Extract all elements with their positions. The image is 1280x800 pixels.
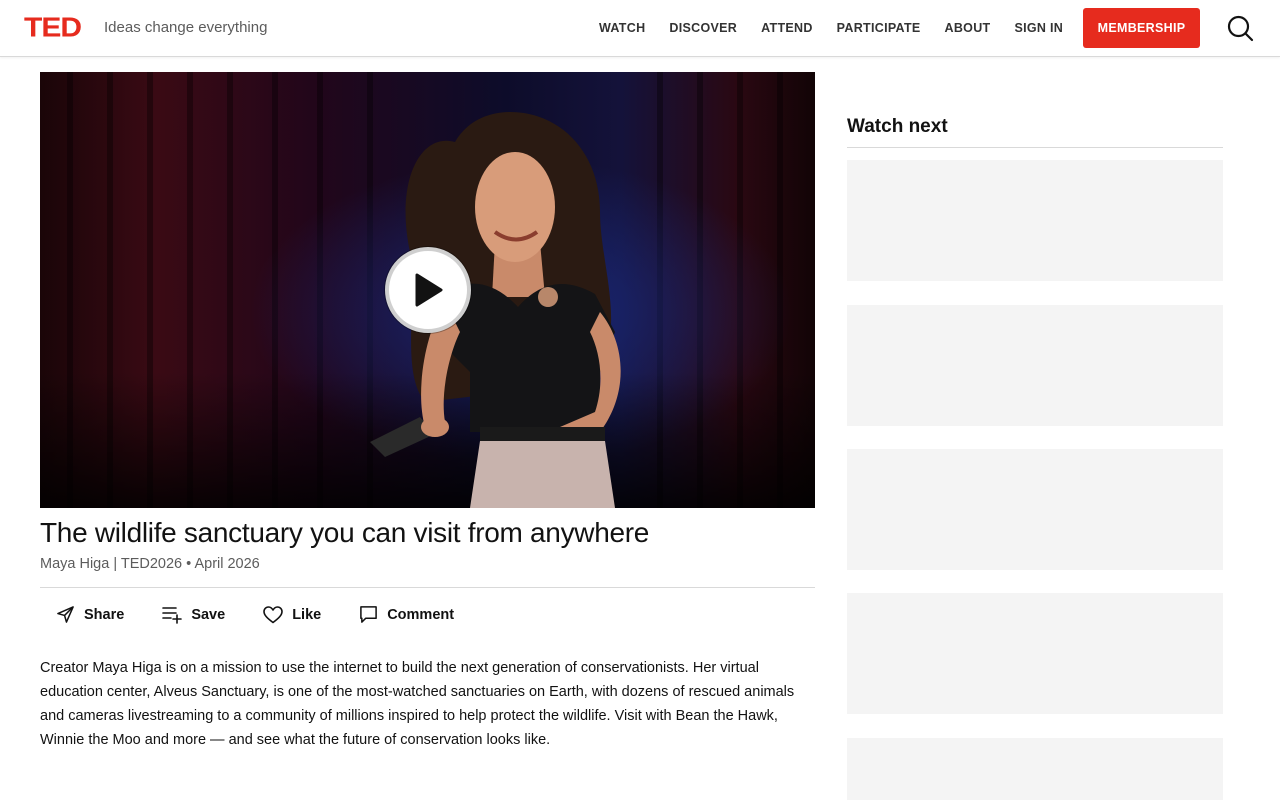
play-button[interactable] [385, 247, 471, 333]
watch-next-card-placeholder[interactable] [847, 449, 1223, 570]
save-label: Save [191, 606, 226, 623]
nav-participate[interactable]: PARTICIPATE [837, 21, 921, 35]
save-button[interactable]: Save [162, 605, 225, 624]
comment-button[interactable]: Comment [359, 605, 454, 624]
play-icon [415, 273, 443, 307]
comment-icon [360, 606, 378, 623]
membership-button[interactable]: MEMBERSHIP [1083, 8, 1200, 48]
talk-description: Creator Maya Higa is on a mission to use… [40, 660, 795, 748]
share-button[interactable]: Share [56, 605, 124, 624]
like-button[interactable]: Like [263, 605, 322, 624]
playlist-add-icon [162, 607, 183, 624]
comment-label: Comment [387, 606, 455, 623]
ted-logo[interactable]: TED [24, 12, 82, 43]
site-header: TED Ideas change everything WATCH DISCOV… [0, 0, 1280, 57]
share-label: Share [84, 606, 125, 623]
like-label: Like [292, 606, 322, 623]
heart-icon [263, 605, 283, 623]
watch-next-card-placeholder[interactable] [847, 160, 1223, 281]
video-player[interactable] [40, 72, 815, 508]
tagline: Ideas change everything [104, 19, 268, 36]
watch-next-heading: Watch next [847, 116, 948, 137]
nav-discover[interactable]: DISCOVER [669, 21, 737, 35]
nav-attend[interactable]: ATTEND [761, 21, 813, 35]
nav-watch[interactable]: WATCH [599, 21, 645, 35]
logo-text: TED [24, 12, 82, 43]
watch-next-card-placeholder[interactable] [847, 738, 1223, 800]
main-nav: WATCH DISCOVER ATTEND PARTICIPATE ABOUT … [599, 0, 1087, 56]
watch-next-card-placeholder[interactable] [847, 305, 1223, 426]
search-icon[interactable] [1226, 14, 1254, 42]
nav-sign-in[interactable]: SIGN IN [1014, 21, 1063, 35]
talk-meta: Maya Higa | TED2026 • April 2026 [40, 556, 260, 572]
sidebar-divider [847, 147, 1223, 148]
talk-title: The wildlife sanctuary you can visit fro… [40, 517, 650, 548]
send-icon [57, 606, 74, 623]
divider [40, 587, 815, 588]
watch-next-card-placeholder[interactable] [847, 593, 1223, 714]
nav-about[interactable]: ABOUT [945, 21, 991, 35]
talk-actions: Share Save Like Comment [56, 605, 492, 624]
